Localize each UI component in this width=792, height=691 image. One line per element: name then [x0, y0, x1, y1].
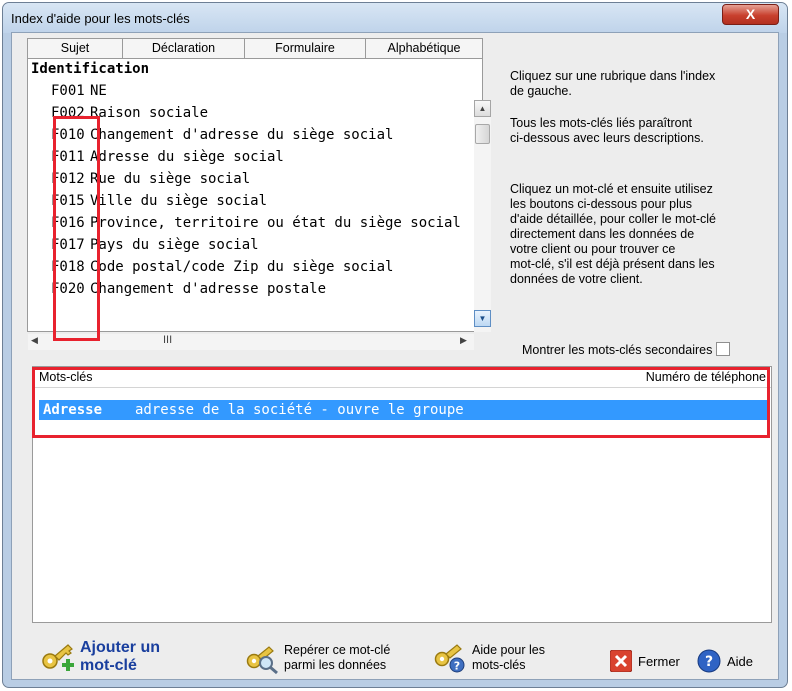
entry-label: Raison sociale [90, 105, 209, 121]
keywords-highlight-box [32, 367, 770, 438]
secondary-keywords-row: Montrer les mots-clés secondaires [522, 342, 731, 357]
entry-label: Changement d'adresse du siège social [90, 127, 394, 143]
scroll-down-icon[interactable]: ▼ [474, 310, 491, 327]
close-icon: X [745, 6, 756, 22]
section-heading: Identification [31, 61, 150, 77]
list-item[interactable]: F001 NE [51, 81, 107, 103]
list-item[interactable]: F018 Code postal/code Zip du siège social [51, 257, 393, 279]
instruction-2: Tous les mots-clés liés paraîtront ci-de… [510, 116, 704, 146]
svg-text:?: ? [705, 654, 713, 670]
instruction-line: d'aide détaillée, pour coller le mot-clé [510, 212, 716, 226]
find-keyword-label-1: Repérer ce mot-clé [284, 643, 391, 657]
help-circle-icon: ? [697, 649, 721, 673]
close-button-label: Fermer [638, 653, 680, 669]
instruction-line: votre client ou pour trouver ce [510, 242, 676, 256]
instruction-3: Cliquez un mot-clé et ensuite utilisez l… [510, 182, 716, 287]
instruction-line: directement dans les données de [510, 227, 695, 241]
entry-label: Code postal/code Zip du siège social [90, 259, 394, 275]
scroll-right-icon[interactable]: ▶ [460, 335, 467, 346]
help-button-label: Aide [727, 653, 754, 669]
list-item[interactable]: F016 Province, territoire ou état du sièg… [51, 213, 461, 235]
entry-label: NE [90, 83, 107, 99]
instruction-line: Cliquez sur une rubrique dans l'index [510, 69, 716, 83]
window-title: Index d'aide pour les mots-clés [11, 11, 190, 26]
instruction-line: de gauche. [510, 84, 572, 98]
tab-declaration[interactable]: Déclaration [123, 39, 245, 58]
key-search-icon [246, 646, 278, 675]
close-button[interactable]: Fermer [610, 650, 680, 672]
secondary-keywords-label: Montrer les mots-clés secondaires [522, 343, 713, 357]
instruction-line: mot-clé, s'il est déjà présent dans les [510, 257, 715, 271]
add-keyword-label-2: mot-clé [80, 657, 137, 674]
keyword-help-button[interactable]: ? Aide pour les mots-clés [432, 641, 545, 675]
find-keyword-label-2: parmi les données [284, 658, 387, 672]
instruction-line: les boutons ci-dessous pour plus [510, 197, 693, 211]
tab-sujet[interactable]: Sujet [28, 39, 123, 58]
window-close-button[interactable]: X [722, 4, 779, 25]
scroll-up-icon[interactable]: ▲ [474, 100, 491, 117]
keyword-help-label-1: Aide pour les [472, 643, 545, 657]
entry-label: Pays du siège social [90, 237, 259, 253]
find-keyword-button[interactable]: Repérer ce mot-clé parmi les données [244, 641, 390, 675]
svg-text:?: ? [454, 660, 460, 673]
tab-formulaire[interactable]: Formulaire [245, 39, 366, 58]
list-item[interactable]: F010 Changement d'adresse du siège social [51, 125, 393, 147]
add-keyword-label-1: Ajouter un [80, 639, 160, 656]
instruction-1: Cliquez sur une rubrique dans l'index de… [510, 69, 715, 99]
instruction-line: données de votre client. [510, 272, 643, 286]
add-keyword-button[interactable]: Ajouter un mot-clé [38, 639, 160, 675]
entry-label: Rue du siège social [90, 171, 251, 187]
entry-label: Changement d'adresse postale [90, 281, 327, 297]
entry-label: Adresse du siège social [90, 149, 284, 165]
entry-code: F001 [51, 83, 85, 99]
key-add-icon [42, 644, 74, 671]
help-button[interactable]: ? Aide [697, 649, 753, 673]
entry-label: Ville du siège social [90, 193, 268, 209]
scroll-left-icon[interactable]: ◀ [31, 335, 38, 346]
scroll-thumb[interactable] [475, 124, 490, 144]
secondary-keywords-checkbox[interactable] [716, 342, 731, 356]
title-bar: Index d'aide pour les mots-clés X [3, 3, 787, 33]
key-help-icon: ? [434, 644, 465, 673]
instruction-line: Cliquez un mot-clé et ensuite utilisez [510, 182, 713, 196]
close-x-icon [610, 650, 632, 672]
instruction-line: ci-dessous avec leurs descriptions. [510, 131, 704, 145]
entry-label: Province, territoire ou état du siège so… [90, 215, 461, 231]
tab-alphabetique[interactable]: Alphabétique [366, 39, 482, 58]
scroll-thumb-grip[interactable]: III [163, 334, 172, 346]
index-tabs: Sujet Déclaration Formulaire Alphabétiqu… [27, 38, 483, 59]
codes-highlight-box [53, 116, 100, 341]
vertical-scrollbar[interactable]: ▲ ▼ [474, 100, 491, 332]
keyword-help-label-2: mots-clés [472, 658, 526, 672]
instruction-line: Tous les mots-clés liés paraîtront [510, 116, 693, 130]
